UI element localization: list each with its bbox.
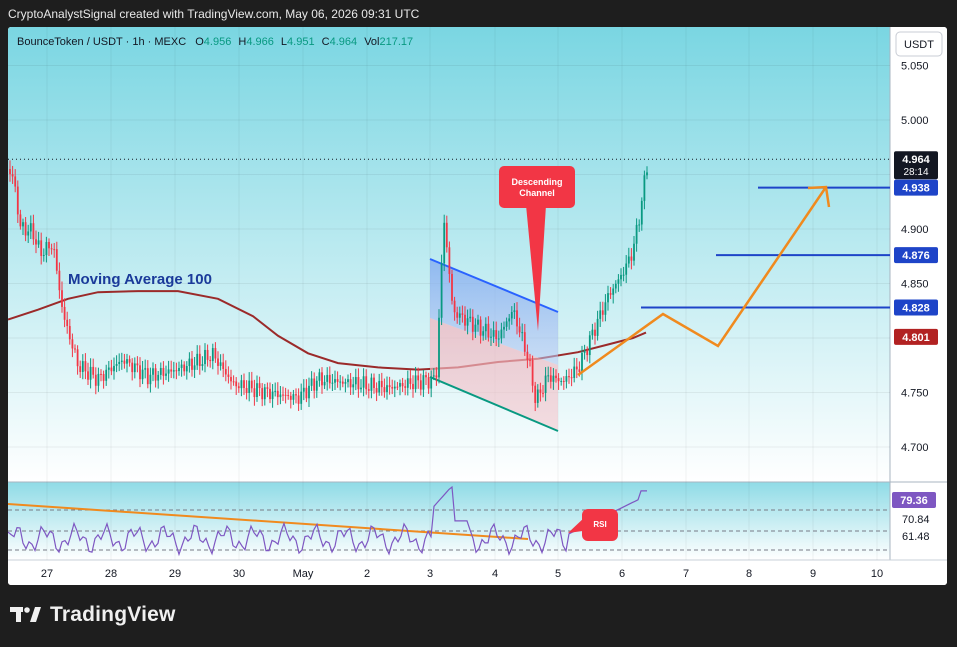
currency-button[interactable]: USDT bbox=[895, 31, 943, 57]
callout-text-1: Descending bbox=[511, 177, 562, 187]
rsi-value-current: 79.36 bbox=[900, 495, 928, 507]
y-tick-label: 4.850 bbox=[901, 279, 929, 291]
symbol-legend: BounceToken / USDT · 1h · MEXC O4.956 H4… bbox=[17, 36, 413, 48]
price-label: 4.938 bbox=[894, 179, 938, 196]
bar-countdown: 28:14 bbox=[903, 167, 928, 178]
svg-text:4.938: 4.938 bbox=[902, 183, 930, 195]
price-label: 4.801 bbox=[894, 328, 938, 345]
price-label: 4.828 bbox=[894, 299, 938, 316]
svg-text:4.801: 4.801 bbox=[902, 332, 930, 344]
svg-text:4.964: 4.964 bbox=[902, 154, 930, 166]
rsi-value-upper: 70.84 bbox=[902, 514, 930, 526]
currency-label: USDT bbox=[904, 39, 934, 51]
tradingview-footer: TradingView bbox=[10, 603, 176, 627]
x-tick-label: 29 bbox=[169, 568, 181, 580]
y-tick-label: 4.750 bbox=[901, 388, 929, 400]
x-tick-label: 8 bbox=[746, 568, 752, 580]
x-tick-label: 6 bbox=[619, 568, 625, 580]
x-tick-label: May bbox=[293, 568, 314, 580]
x-tick-label: 9 bbox=[810, 568, 816, 580]
x-tick-label: 3 bbox=[427, 568, 433, 580]
x-tick-label: 4 bbox=[492, 568, 498, 580]
rsi-value-lower: 61.48 bbox=[902, 531, 930, 543]
ma-label: Moving Average 100 bbox=[68, 271, 212, 288]
price-label: 4.876 bbox=[894, 247, 938, 264]
x-tick-label: 10 bbox=[871, 568, 883, 580]
callout-text-2: Channel bbox=[519, 188, 555, 198]
chart-caption: CryptoAnalystSignal created with Trading… bbox=[8, 7, 420, 21]
candle bbox=[438, 309, 440, 384]
candle bbox=[451, 269, 453, 305]
x-tick-label: 30 bbox=[233, 568, 245, 580]
x-tick-label: 28 bbox=[105, 568, 117, 580]
y-tick-label: 4.700 bbox=[901, 442, 929, 454]
tradingview-brand: TradingView bbox=[50, 603, 176, 626]
y-tick-label: 5.050 bbox=[901, 61, 929, 73]
x-tick-label: 27 bbox=[41, 568, 53, 580]
x-tick-label: 5 bbox=[555, 568, 561, 580]
candle bbox=[440, 254, 443, 326]
chart-frame: Moving Average 100 Descending Channel Bo… bbox=[8, 27, 947, 585]
price-label: 4.96428:14 bbox=[894, 151, 938, 180]
svg-text:4.876: 4.876 bbox=[902, 250, 930, 262]
x-tick-label: 2 bbox=[364, 568, 370, 580]
x-tick-label: 7 bbox=[683, 568, 689, 580]
candle bbox=[443, 214, 446, 272]
rsi-callout-text: RSI bbox=[593, 520, 606, 529]
tradingview-logo-icon bbox=[10, 607, 41, 622]
svg-text:4.828: 4.828 bbox=[902, 302, 930, 314]
y-tick-label: 4.900 bbox=[901, 224, 929, 236]
rsi-pane-bg bbox=[8, 482, 890, 560]
price-chart[interactable]: Moving Average 100 Descending Channel Bo… bbox=[8, 27, 947, 585]
y-tick-label: 5.000 bbox=[901, 115, 929, 127]
symbol-name: BounceToken / USDT · 1h · MEXC bbox=[17, 36, 186, 48]
callout-box bbox=[499, 166, 575, 208]
